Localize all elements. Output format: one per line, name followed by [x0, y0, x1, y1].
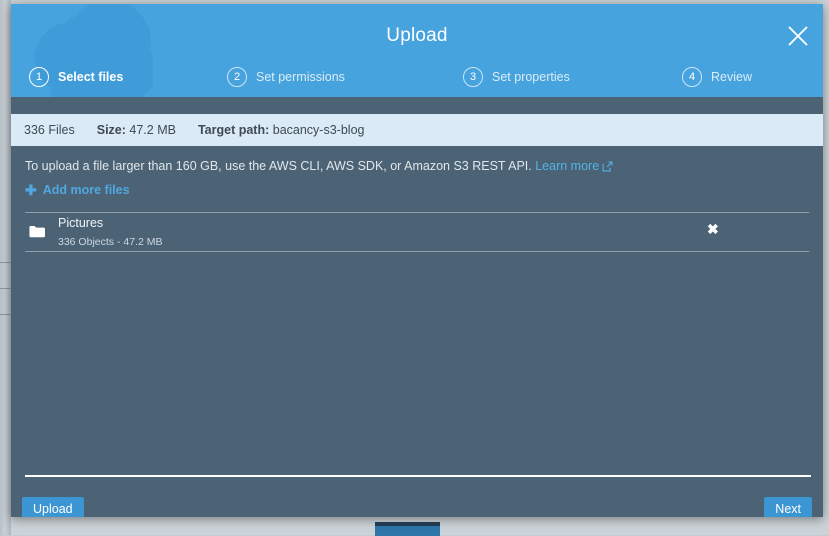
file-name: Pictures — [58, 216, 103, 230]
target-path-value: bacancy-s3-blog — [273, 123, 365, 137]
step-review[interactable]: 4 Review — [682, 64, 752, 90]
total-size: Size: 47.2 MB — [97, 123, 176, 137]
step-label: Review — [711, 70, 752, 84]
upload-modal: Upload 1 Select files 2 Set permissions … — [11, 4, 823, 517]
files-count: 336 Files — [24, 123, 75, 137]
step-number: 2 — [227, 67, 247, 87]
step-label: Set properties — [492, 70, 570, 84]
size-label: Size: — [97, 123, 126, 137]
step-set-permissions[interactable]: 2 Set permissions — [227, 64, 345, 90]
upload-button[interactable]: Upload — [22, 497, 84, 517]
file-subtitle: 336 Objects - 47.2 MB — [58, 236, 162, 248]
step-number: 1 — [29, 67, 49, 87]
modal-footer: Upload Next — [11, 475, 823, 517]
step-number: 4 — [682, 67, 702, 87]
remove-file-button[interactable]: ✖ — [707, 222, 719, 236]
footer-divider — [25, 475, 811, 477]
size-value: 47.2 MB — [129, 123, 176, 137]
step-select-files[interactable]: 1 Select files — [29, 64, 123, 90]
step-set-properties[interactable]: 3 Set properties — [463, 64, 570, 90]
background-button-shadow — [375, 522, 440, 526]
upload-size-hint: To upload a file larger than 160 GB, use… — [25, 146, 809, 176]
step-number: 3 — [463, 67, 483, 87]
page-left-rail — [0, 0, 11, 535]
selected-files-list: Pictures 336 Objects - 47.2 MB ✖ — [25, 212, 809, 252]
next-button[interactable]: Next — [764, 497, 812, 517]
add-more-files-label: Add more files — [43, 183, 130, 197]
upload-summary-bar: 336 Files Size: 47.2 MB Target path: bac… — [11, 114, 823, 146]
add-more-files-button[interactable]: ✚ Add more files — [25, 183, 130, 197]
modal-header: Upload 1 Select files 2 Set permissions … — [11, 4, 823, 97]
close-icon[interactable] — [784, 22, 812, 50]
step-label: Select files — [58, 70, 123, 84]
plus-icon: ✚ — [25, 183, 37, 197]
rail-divider — [0, 262, 11, 263]
file-meta: Pictures 336 Objects - 47.2 MB — [58, 214, 805, 250]
modal-body: To upload a file larger than 160 GB, use… — [11, 146, 823, 475]
list-item[interactable]: Pictures 336 Objects - 47.2 MB ✖ — [25, 213, 809, 252]
step-label: Set permissions — [256, 70, 345, 84]
hint-text: To upload a file larger than 160 GB, use… — [25, 159, 532, 173]
step-indicator: 1 Select files 2 Set permissions 3 Set p… — [11, 64, 823, 90]
target-path: Target path: bacancy-s3-blog — [198, 123, 365, 137]
external-link-icon — [602, 160, 613, 176]
rail-divider — [0, 288, 11, 289]
header-spacer — [11, 97, 823, 114]
folder-icon — [27, 222, 47, 242]
page-title: Upload — [11, 25, 823, 47]
rail-divider — [0, 314, 11, 315]
target-path-label: Target path: — [198, 123, 269, 137]
learn-more-link[interactable]: Learn more — [535, 159, 599, 173]
